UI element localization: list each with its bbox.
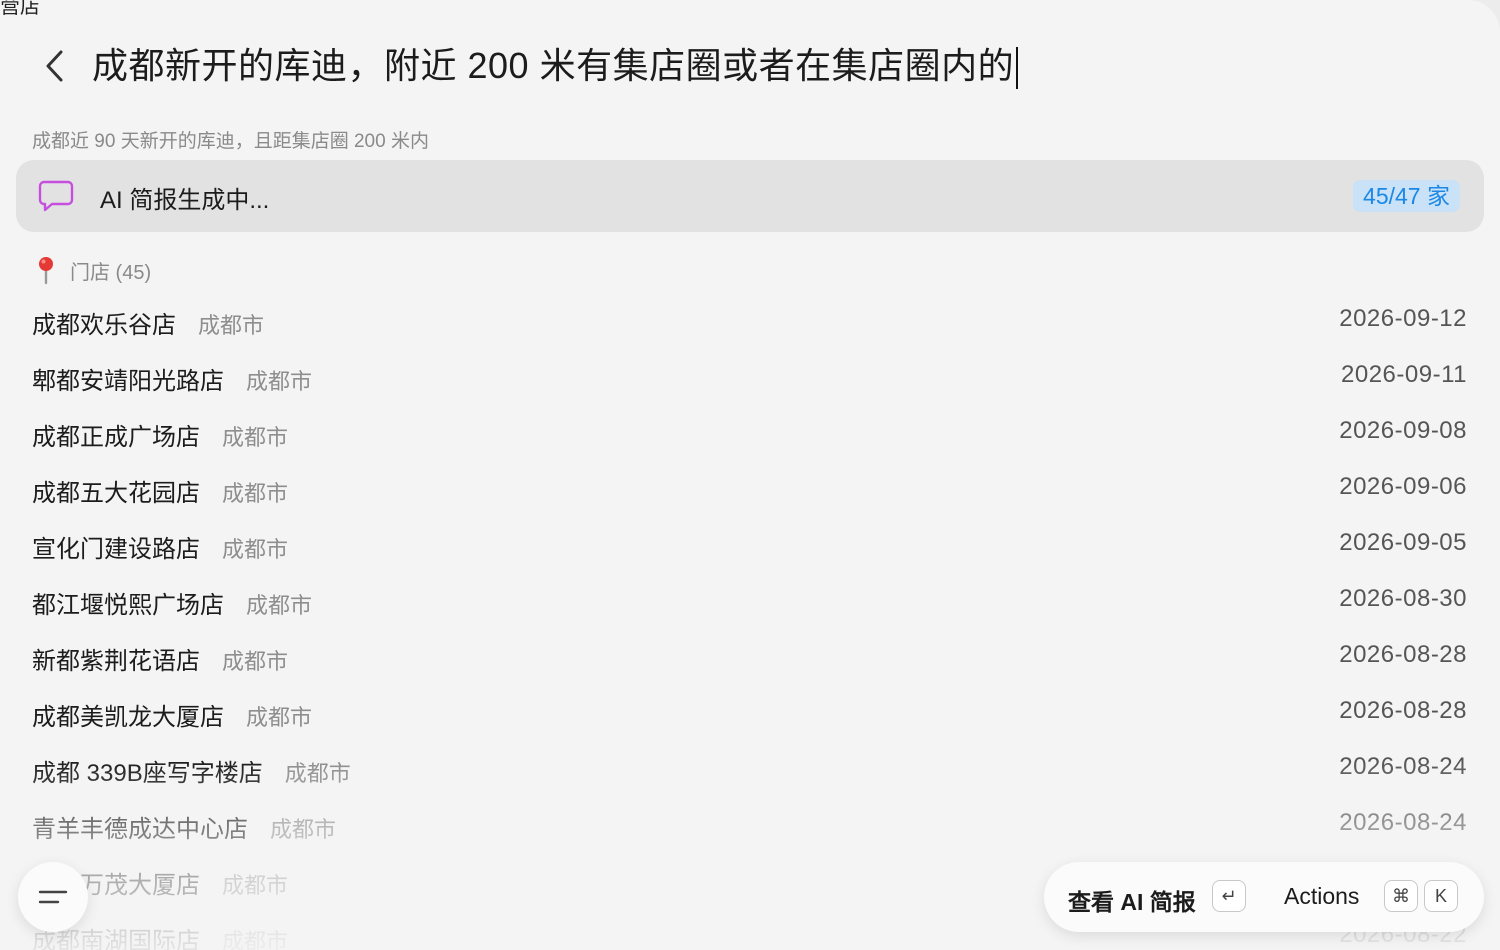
command-palette-window: 营店 成都新开的库迪，附近 200 米有集店圈或者在集店圈内的 成都近 90 天… [0,0,1500,950]
store-name: 新都紫荆花语店 [32,648,200,675]
store-open-date: 2026-09-12 [1339,305,1467,332]
store-city: 成都市 [270,817,337,842]
store-city: 成都市 [246,369,313,394]
store-name: 成都 339B座写字楼店 [32,760,263,787]
command-key-hint: ⌘ [1384,880,1418,912]
store-city: 成都市 [222,649,289,674]
store-city: 成都市 [246,593,313,618]
store-open-date: 2026-09-06 [1339,473,1467,500]
list-item[interactable]: 都江堰悦熙广场店 成都市 2026-08-30 [0,572,1500,628]
stores-section-header: 门店 (45) [34,254,151,286]
store-name: 都江堰悦熙广场店 [32,592,224,619]
actions-button[interactable]: Actions [1284,883,1359,910]
store-city: 成都市 [222,425,289,450]
store-open-date: 2026-09-05 [1339,529,1467,556]
enter-key-hint: ↵ [1212,880,1246,912]
store-open-date: 2026-08-28 [1339,641,1467,668]
k-key-hint: K [1424,880,1458,912]
store-open-date: 2026-08-24 [1339,809,1467,836]
store-city: 成都市 [222,481,289,506]
store-open-date: 2026-08-24 [1339,753,1467,780]
store-city: 成都市 [222,537,289,562]
action-bar: 查看 AI 简报 ↵ Actions ⌘ K [1044,862,1484,932]
list-item[interactable]: 郫都安靖阳光路店 成都市 2026-09-11 [0,348,1500,404]
store-city: 成都市 [246,705,313,730]
store-city: 成都市 [284,761,351,786]
list-item[interactable]: 宣化门建设路店 成都市 2026-09-05 [0,516,1500,572]
chat-bubble-icon [38,180,74,212]
list-item[interactable]: 成都美凯龙大厦店 成都市 2026-08-28 [0,684,1500,740]
background-window-text: 营店 [0,0,40,18]
menu-lines-icon [38,890,68,904]
store-open-date: 2026-08-30 [1339,585,1467,612]
store-name: 成都美凯龙大厦店 [32,704,224,731]
map-pin-icon [39,257,53,285]
store-open-date: 2026-08-28 [1339,697,1467,724]
query-interpretation: 成都近 90 天新开的库迪，且距集店圈 200 米内 [32,131,429,152]
store-city: 成都市 [198,313,265,338]
store-city: 成都市 [222,873,289,898]
view-ai-summary-button[interactable]: 查看 AI 简报 [1068,883,1196,917]
store-name: 成都欢乐谷店 [32,312,176,339]
list-item[interactable]: 成都五大花园店 成都市 2026-09-06 [0,460,1500,516]
search-header: 成都新开的库迪，附近 200 米有集店圈或者在集店圈内的 [0,30,1500,102]
list-item[interactable]: 青羊丰德成达中心店 成都市 2026-08-24 [0,796,1500,852]
search-query-text: 成都新开的库迪，附近 200 米有集店圈或者在集店圈内的 [92,45,1015,86]
list-item[interactable]: 新都紫荆花语店 成都市 2026-08-28 [0,628,1500,684]
menu-button[interactable] [18,862,88,932]
chevron-left-icon [46,50,63,82]
ai-summary-status: AI 简报生成中... [100,187,270,214]
list-item[interactable]: 成都正成广场店 成都市 2026-09-08 [0,404,1500,460]
ai-summary-bar[interactable]: AI 简报生成中... 45/47 家 [16,160,1484,232]
back-button[interactable] [36,46,72,86]
store-city: 成都市 [222,929,289,950]
list-item[interactable]: 成都 339B座写字楼店 成都市 2026-08-24 [0,740,1500,796]
store-name: 成都正成广场店 [32,424,200,451]
store-name: 宣化门建设路店 [32,536,200,563]
search-input[interactable]: 成都新开的库迪，附近 200 米有集店圈或者在集店圈内的 [92,40,1019,92]
store-name: 成都五大花园店 [32,480,200,507]
section-title: 门店 (45) [70,261,152,284]
store-name: 青羊丰德成达中心店 [32,816,248,843]
store-open-date: 2026-09-08 [1339,417,1467,444]
store-open-date: 2026-09-11 [1341,361,1467,388]
text-caret [1016,47,1019,90]
store-name: 郫都安靖阳光路店 [32,368,224,395]
store-count-badge: 45/47 家 [1353,180,1460,212]
list-item[interactable]: 成都欢乐谷店 成都市 2026-09-12 [0,292,1500,348]
